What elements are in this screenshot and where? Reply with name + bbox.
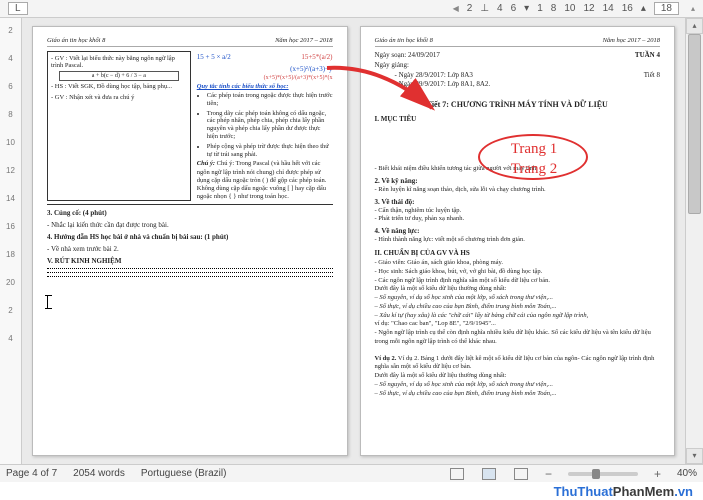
zoom-in-button[interactable]: + <box>654 467 661 481</box>
watermark: ThuThuatPhanMem.vn <box>0 482 703 500</box>
vertical-ruler: 246 81012 141618 2024 <box>0 18 22 464</box>
word-count[interactable]: 2054 words <box>73 468 125 479</box>
text-cursor <box>47 295 48 309</box>
print-layout-icon[interactable] <box>482 468 496 480</box>
scroll-up-icon[interactable]: ▴ <box>686 18 703 34</box>
document-page-right[interactable]: Giáo án tin học khối 8Năm học 2017 – 201… <box>360 26 676 456</box>
scrollbar-thumb[interactable] <box>688 34 701 214</box>
page-indicator[interactable]: Page 4 of 7 <box>6 468 57 479</box>
ruler-L: L <box>8 2 28 15</box>
workspace: 246 81012 141618 2024 Trang 1 Trang 2 Gi… <box>0 18 685 464</box>
chevron-up-icon[interactable]: ▴ <box>691 4 695 13</box>
zoom-out-button[interactable]: − <box>545 467 552 481</box>
pages-area[interactable]: Trang 1 Trang 2 Giáo án tin học khối 8Nă… <box>22 18 685 464</box>
page-header: Giáo án tin học khối 8Năm học 2017 – 201… <box>375 37 661 47</box>
left-column: - GV : Viết lại biểu thức này bằng ngôn … <box>47 51 191 201</box>
web-layout-icon[interactable] <box>514 468 528 480</box>
read-mode-icon[interactable] <box>450 468 464 480</box>
scroll-down-icon[interactable]: ▾ <box>686 448 703 464</box>
status-bar: Page 4 of 7 2054 words Portuguese (Brazi… <box>0 464 703 482</box>
tab-marker-icon: ⊥ <box>480 3 489 14</box>
indent-marker-icon[interactable]: ▴ <box>641 3 646 14</box>
zoom-percent[interactable]: 40% <box>677 468 697 479</box>
zoom-handle[interactable] <box>592 469 600 479</box>
language-indicator[interactable]: Portuguese (Brazil) <box>141 468 227 479</box>
document-page-left[interactable]: Giáo án tin học khối 8Năm học 2017 – 201… <box>32 26 348 456</box>
zoom-slider[interactable] <box>568 472 638 476</box>
vertical-scrollbar[interactable]: ▴ ▾ <box>685 18 703 464</box>
chevron-left-icon[interactable]: ◀ <box>453 4 459 13</box>
page-header: Giáo án tin học khối 8Năm học 2017 – 201… <box>47 37 333 47</box>
right-column: 15 + 5 × a/215+5*(a/2) (x+5)²/(a+3)−y (x… <box>197 51 333 201</box>
indent-marker-icon[interactable]: ▾ <box>524 3 529 14</box>
ruler-end: 18 <box>654 2 679 15</box>
lesson-title: Tiết 7: CHƯƠNG TRÌNH MÁY TÍNH VÀ DỮ LIỆU <box>375 100 661 109</box>
top-ruler-bar: L ◀ 2 ⊥ 4 6 ▾ 1 8 10 12 14 16 ▴ 18 ▴ <box>0 0 703 18</box>
